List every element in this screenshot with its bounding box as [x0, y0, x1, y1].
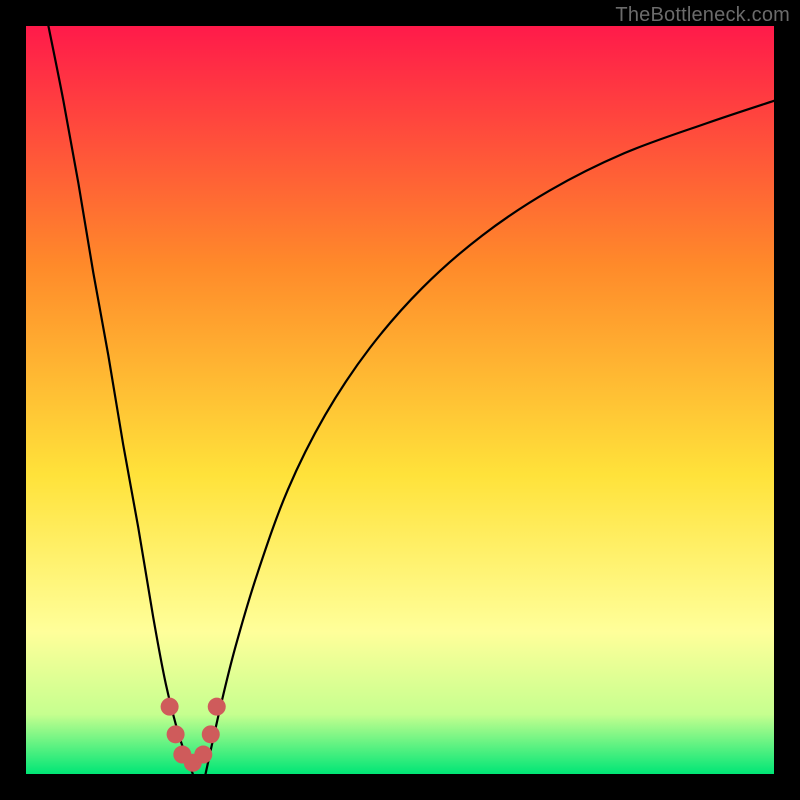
data-marker: [161, 698, 179, 716]
data-marker: [167, 725, 185, 743]
data-marker: [194, 746, 212, 764]
chart-svg: [26, 26, 774, 774]
data-marker: [208, 698, 226, 716]
plot-area: [26, 26, 774, 774]
data-marker: [202, 725, 220, 743]
watermark-text: TheBottleneck.com: [615, 4, 790, 27]
chart-frame: TheBottleneck.com: [0, 0, 800, 800]
